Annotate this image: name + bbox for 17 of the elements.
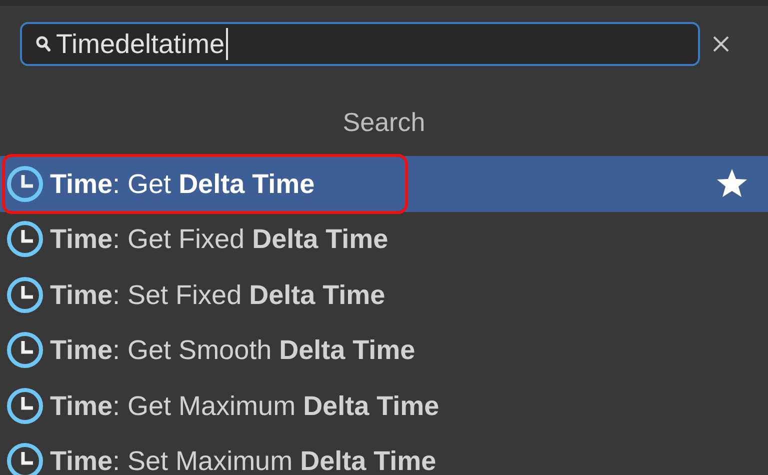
star-icon[interactable] — [716, 168, 748, 198]
clock-icon — [6, 331, 44, 370]
close-icon[interactable] — [712, 35, 730, 53]
result-item[interactable]: Time: Set Maximum Delta Time — [0, 434, 768, 475]
result-item[interactable]: Time: Get Maximum Delta Time — [0, 378, 768, 434]
result-item[interactable]: Time: Get Fixed Delta Time — [0, 212, 768, 267]
section-title: Search — [342, 106, 426, 139]
search-field[interactable]: Timedeltatime — [20, 22, 700, 66]
result-item[interactable]: Time: Get Smooth Delta Time — [0, 322, 768, 378]
result-item[interactable]: Time: Set Fixed Delta Time — [0, 267, 768, 322]
search-icon — [34, 35, 52, 53]
result-item[interactable]: Time: Get Delta Time — [0, 156, 768, 212]
clock-icon — [6, 164, 44, 203]
clock-icon — [6, 220, 44, 258]
clock-icon — [6, 442, 44, 475]
clock-icon — [6, 276, 44, 314]
clock-icon — [6, 386, 44, 425]
